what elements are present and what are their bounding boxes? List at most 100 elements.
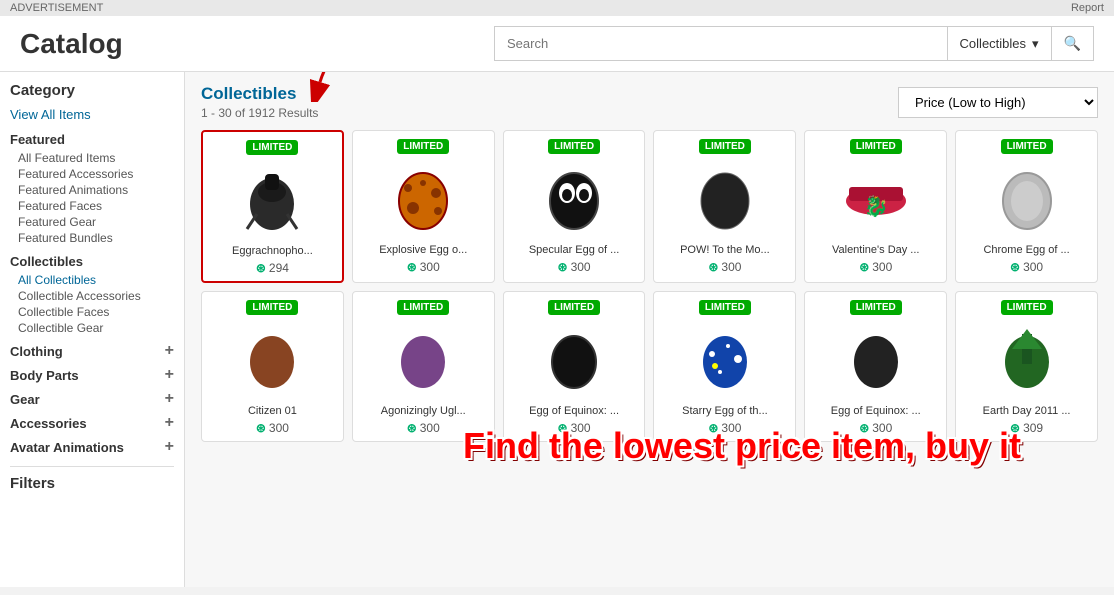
item-price: ⊛ 300 xyxy=(660,260,789,274)
clothing-label: Clothing xyxy=(10,344,63,359)
category-label: Collectibles xyxy=(960,36,1026,51)
item-card[interactable]: LIMITED Earth Day 2011 ... ⊛ 309 xyxy=(955,291,1098,442)
sort-select[interactable]: Price (Low to High) Price (High to Low) … xyxy=(898,87,1098,118)
item-price-value: 300 xyxy=(420,421,440,435)
view-all-items-link[interactable]: View All Items xyxy=(10,105,174,124)
robux-icon: ⊛ xyxy=(558,421,568,435)
item-badge: LIMITED xyxy=(850,300,902,315)
items-grid: LIMITED Eggrachnopho... ⊛ 294 LIMITED Ex… xyxy=(201,130,1098,442)
search-bar: Collectibles ▾ 🔍 xyxy=(494,26,1094,61)
item-price-value: 300 xyxy=(1023,260,1043,274)
item-name: Earth Day 2011 ... xyxy=(962,405,1091,417)
avatar-animations-expandable[interactable]: Avatar Animations + xyxy=(10,438,174,456)
search-input[interactable] xyxy=(494,26,947,61)
sidebar-item-featured-bundles[interactable]: Featured Bundles xyxy=(10,230,174,246)
robux-icon: ⊛ xyxy=(407,260,417,274)
sidebar-item-collectible-accessories[interactable]: Collectible Accessories xyxy=(10,288,174,304)
item-badge: LIMITED xyxy=(699,300,751,315)
item-card[interactable]: LIMITED Eggrachnopho... ⊛ 294 xyxy=(201,130,344,283)
featured-section-title: Featured xyxy=(10,132,174,147)
item-name: Egg of Equinox: ... xyxy=(510,405,639,417)
plus-icon: + xyxy=(165,342,174,360)
item-image xyxy=(685,319,765,399)
plus-icon: + xyxy=(165,438,174,456)
chevron-down-icon: ▾ xyxy=(1032,36,1039,52)
plus-icon: + xyxy=(165,414,174,432)
item-price-value: 300 xyxy=(721,421,741,435)
item-name: Eggrachnopho... xyxy=(209,245,336,257)
item-badge: LIMITED xyxy=(699,139,751,154)
plus-icon: + xyxy=(165,390,174,408)
item-price: ⊛ 300 xyxy=(510,260,639,274)
sidebar-item-collectible-faces[interactable]: Collectible Faces xyxy=(10,304,174,320)
sidebar-item-all-featured[interactable]: All Featured Items xyxy=(10,150,174,166)
item-card[interactable]: LIMITED POW! To the Mo... ⊛ 300 xyxy=(653,130,796,283)
item-name: POW! To the Mo... xyxy=(660,244,789,256)
item-name: Egg of Equinox: ... xyxy=(811,405,940,417)
item-price-value: 309 xyxy=(1023,421,1043,435)
item-card[interactable]: LIMITED 🐉 Valentine's Day ... ⊛ 300 xyxy=(804,130,947,283)
item-image xyxy=(232,319,312,399)
sidebar-item-featured-gear[interactable]: Featured Gear xyxy=(10,214,174,230)
robux-icon: ⊛ xyxy=(558,260,568,274)
featured-section: Featured All Featured Items Featured Acc… xyxy=(10,132,174,246)
sidebar-item-all-collectibles[interactable]: All Collectibles xyxy=(10,272,174,288)
robux-icon: ⊛ xyxy=(1010,421,1020,435)
gear-expandable[interactable]: Gear + xyxy=(10,390,174,408)
item-badge: LIMITED xyxy=(850,139,902,154)
item-price-value: 300 xyxy=(872,260,892,274)
body-parts-expandable[interactable]: Body Parts + xyxy=(10,366,174,384)
category-select[interactable]: Collectibles ▾ xyxy=(947,26,1051,61)
report-link[interactable]: Report xyxy=(1071,2,1104,14)
sort-dropdown[interactable]: Price (Low to High) Price (High to Low) … xyxy=(898,87,1098,118)
results-count: 1 - 30 of 1912 Results xyxy=(201,106,318,120)
item-card[interactable]: LIMITED Egg of Equinox: ... ⊛ 300 xyxy=(503,291,646,442)
sidebar-item-featured-faces[interactable]: Featured Faces xyxy=(10,198,174,214)
item-badge: LIMITED xyxy=(397,300,449,315)
item-badge: LIMITED xyxy=(548,139,600,154)
header: Catalog Collectibles ▾ 🔍 xyxy=(0,16,1114,72)
item-price: ⊛ 300 xyxy=(962,260,1091,274)
item-price-value: 300 xyxy=(420,260,440,274)
item-price: ⊛ 309 xyxy=(962,421,1091,435)
accessories-expandable[interactable]: Accessories + xyxy=(10,414,174,432)
robux-icon: ⊛ xyxy=(708,421,718,435)
item-name: Chrome Egg of ... xyxy=(962,244,1091,256)
item-price-value: 300 xyxy=(872,421,892,435)
item-price: ⊛ 300 xyxy=(359,260,488,274)
robux-icon: ⊛ xyxy=(708,260,718,274)
sidebar-item-featured-animations[interactable]: Featured Animations xyxy=(10,182,174,198)
item-image xyxy=(987,319,1067,399)
content-title: Collectibles xyxy=(201,84,318,104)
item-card[interactable]: LIMITED Explosive Egg o... ⊛ 300 xyxy=(352,130,495,283)
item-card[interactable]: LIMITED Specular Egg of ... ⊛ 300 xyxy=(503,130,646,283)
sidebar-item-featured-accessories[interactable]: Featured Accessories xyxy=(10,166,174,182)
item-price: ⊛ 300 xyxy=(359,421,488,435)
item-image xyxy=(685,158,765,238)
advertisement-label: ADVERTISEMENT xyxy=(10,2,103,14)
item-name: Agonizingly Ugl... xyxy=(359,405,488,417)
content-title-block: Collectibles 1 - 30 of 1912 Results xyxy=(201,84,318,120)
sidebar-item-collectible-gear[interactable]: Collectible Gear xyxy=(10,320,174,336)
ad-bar: ADVERTISEMENT Report xyxy=(0,0,1114,16)
clothing-expandable[interactable]: Clothing + xyxy=(10,342,174,360)
item-badge: LIMITED xyxy=(246,300,298,315)
item-price-value: 300 xyxy=(269,421,289,435)
item-image xyxy=(383,158,463,238)
robux-icon: ⊛ xyxy=(256,261,266,275)
item-card[interactable]: LIMITED Egg of Equinox: ... ⊛ 300 xyxy=(804,291,947,442)
robux-icon: ⊛ xyxy=(1010,260,1020,274)
app-title: Catalog xyxy=(20,28,140,60)
item-card[interactable]: LIMITED Agonizingly Ugl... ⊛ 300 xyxy=(352,291,495,442)
item-image xyxy=(383,319,463,399)
item-card[interactable]: LIMITED Citizen 01 ⊛ 300 xyxy=(201,291,344,442)
gear-label: Gear xyxy=(10,392,40,407)
item-price-value: 300 xyxy=(721,260,741,274)
item-image xyxy=(534,158,614,238)
item-price-value: 300 xyxy=(571,421,591,435)
item-card[interactable]: LIMITED Starry Egg of th... ⊛ 300 xyxy=(653,291,796,442)
robux-icon: ⊛ xyxy=(407,421,417,435)
item-price: ⊛ 300 xyxy=(811,260,940,274)
item-card[interactable]: LIMITED Chrome Egg of ... ⊛ 300 xyxy=(955,130,1098,283)
search-button[interactable]: 🔍 xyxy=(1051,26,1094,61)
